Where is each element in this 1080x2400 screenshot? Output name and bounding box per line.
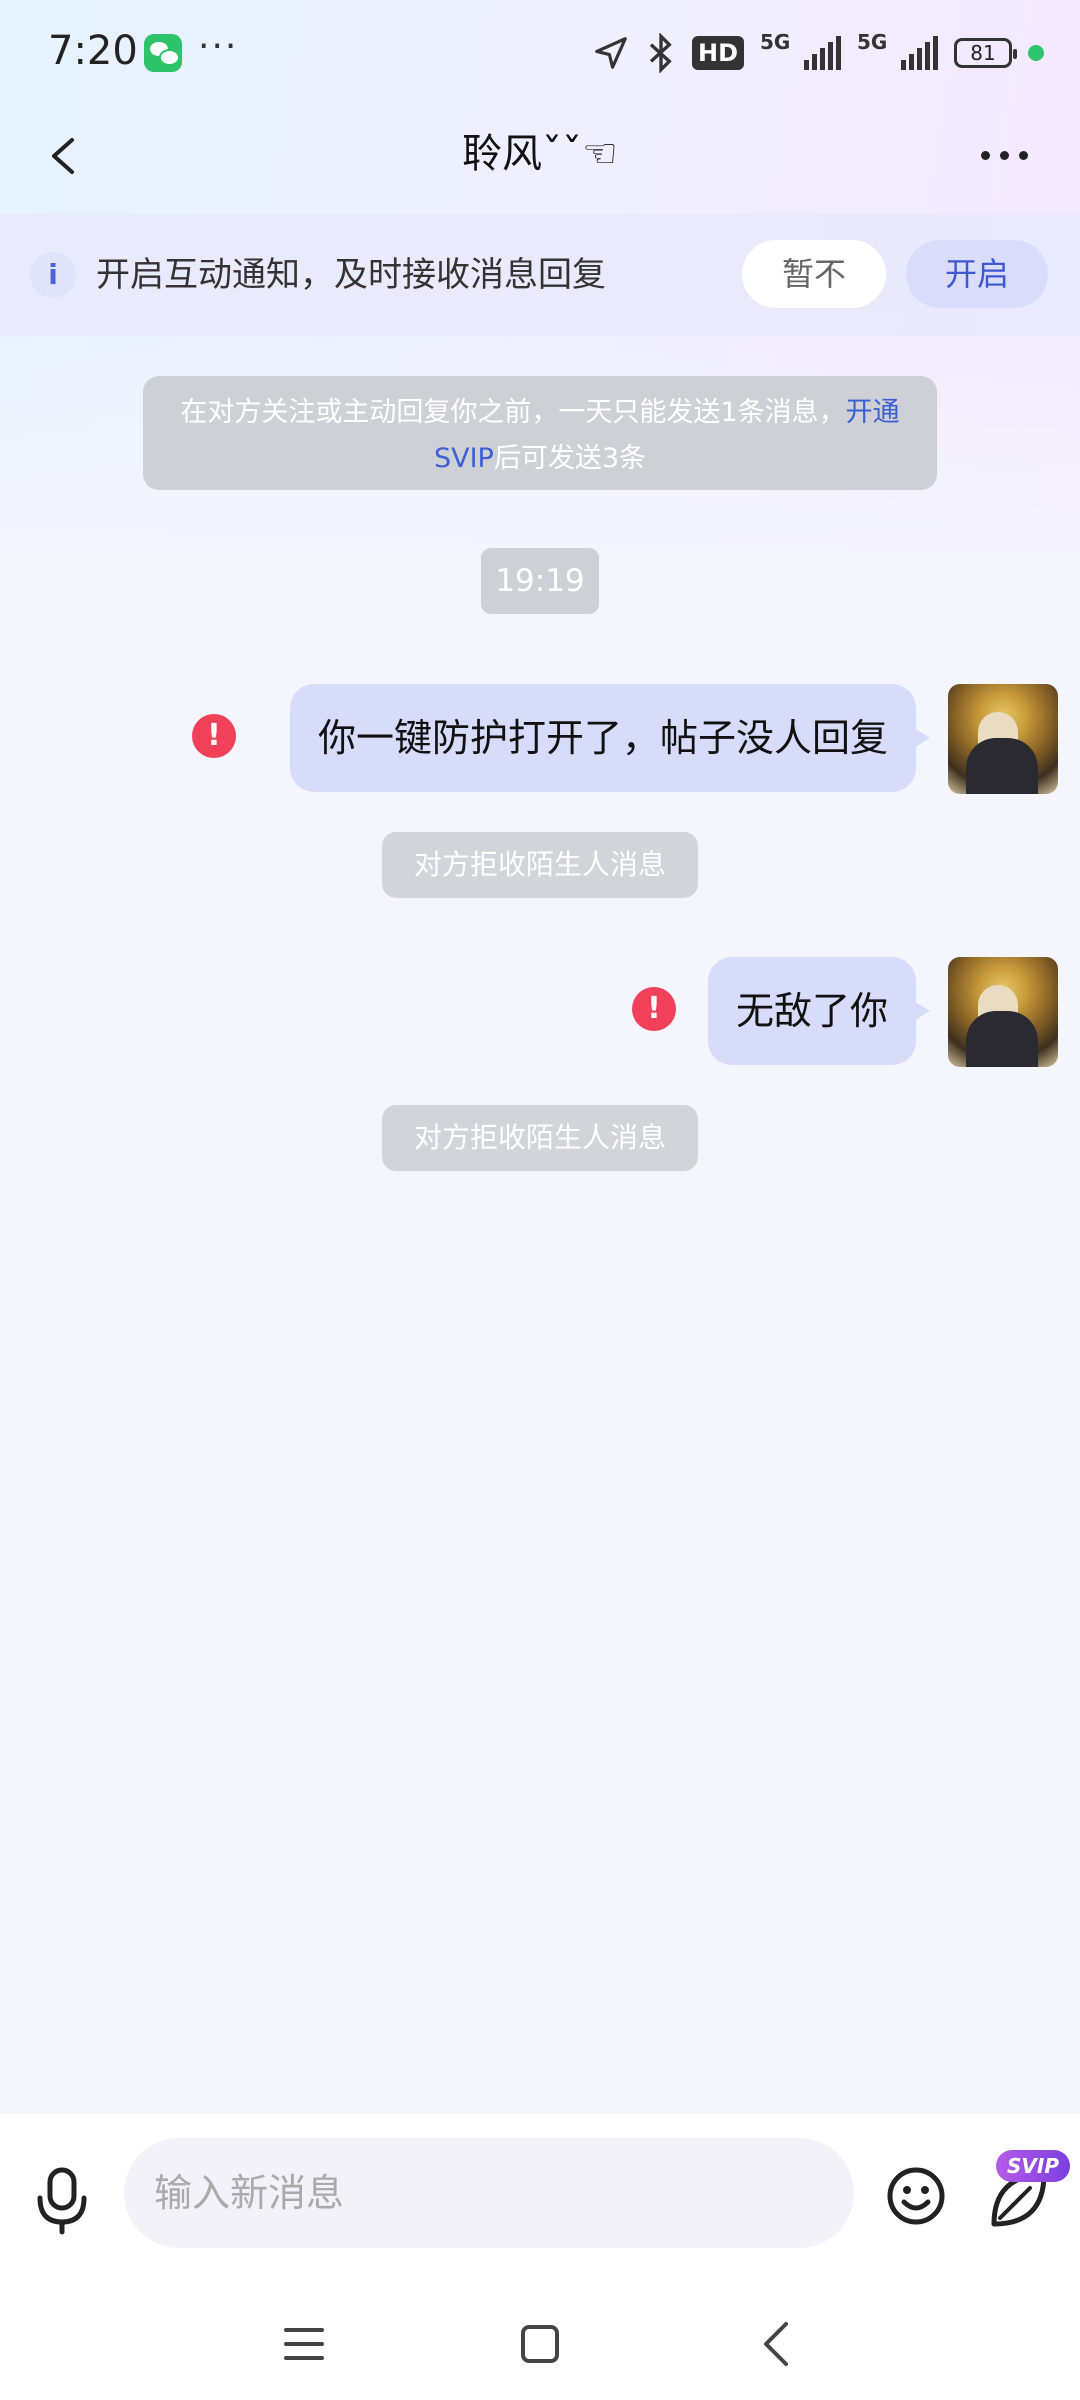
input-bar: 输入新消息 SVIP — [0, 2114, 1080, 2284]
location-icon — [595, 37, 627, 69]
hd-icon: HD — [691, 36, 744, 70]
tip-text: 在对方关注或主动回复你之前，一天只能发送1条消息， — [180, 397, 846, 428]
status-bar: 7:20 ··· HD 5G 5G 81 — [0, 0, 1080, 108]
network-type-label: 5G — [760, 30, 791, 54]
status-icons: HD 5G 5G 81 — [592, 30, 1044, 76]
avatar[interactable] — [948, 684, 1058, 794]
battery-icon: 81 — [954, 38, 1017, 68]
back-icon — [52, 138, 74, 174]
status-dot — [1028, 45, 1044, 61]
wechat-icon — [144, 34, 182, 72]
chat-title: 聆风ˇˇ☜ — [462, 131, 618, 177]
system-navigation-bar — [0, 2284, 1080, 2400]
back-arrow-icon — [764, 2322, 788, 2366]
message-limit-tip: 在对方关注或主动回复你之前，一天只能发送1条消息，开通SVIP后可发送3条 — [143, 376, 937, 490]
status-more-icon: ··· — [198, 26, 239, 67]
system-back-button[interactable] — [756, 2320, 796, 2368]
rejected-notice: 对方拒收陌生人消息 — [382, 1105, 698, 1171]
message-timestamp: 19:19 — [481, 548, 599, 614]
signal-icon-2: 5G — [857, 30, 938, 70]
enable-notifications-button[interactable]: 开启 — [906, 240, 1048, 308]
home-icon — [521, 2325, 559, 2363]
send-failed-icon[interactable]: ! — [632, 987, 676, 1031]
back-button[interactable] — [40, 120, 100, 190]
recent-apps-button[interactable] — [282, 2324, 326, 2364]
message-bubble[interactable]: 无敌了你 — [707, 957, 931, 1065]
message-input[interactable]: 输入新消息 — [124, 2138, 854, 2248]
network-type-label: 5G — [857, 30, 888, 54]
menu-icon — [284, 2328, 324, 2360]
info-icon: i — [30, 252, 76, 298]
microphone-icon — [37, 2167, 87, 2235]
battery-level: 81 — [970, 41, 996, 65]
send-failed-icon[interactable]: ! — [192, 714, 236, 758]
message-bubble[interactable]: 你一键防护打开了，帖子没人回复 — [289, 684, 931, 792]
avatar[interactable] — [948, 957, 1058, 1067]
voice-button[interactable] — [30, 2166, 94, 2236]
tip-suffix: 后可发送3条 — [493, 443, 647, 474]
emoji-button[interactable] — [886, 2166, 946, 2226]
bluetooth-icon — [649, 33, 672, 73]
status-time: 7:20 — [48, 28, 138, 74]
notification-banner: i 开启互动通知，及时接收消息回复 暂不 开启 — [0, 214, 1080, 336]
emoji-icon — [887, 2167, 945, 2225]
signal-icon-1: 5G — [760, 30, 841, 70]
more-options-button[interactable] — [964, 120, 1044, 190]
rejected-notice: 对方拒收陌生人消息 — [382, 832, 698, 898]
home-button[interactable] — [520, 2324, 560, 2364]
notice-text: 开启互动通知，及时接收消息回复 — [96, 255, 606, 295]
not-now-button[interactable]: 暂不 — [742, 240, 886, 308]
svip-badge: SVIP — [996, 2150, 1070, 2182]
